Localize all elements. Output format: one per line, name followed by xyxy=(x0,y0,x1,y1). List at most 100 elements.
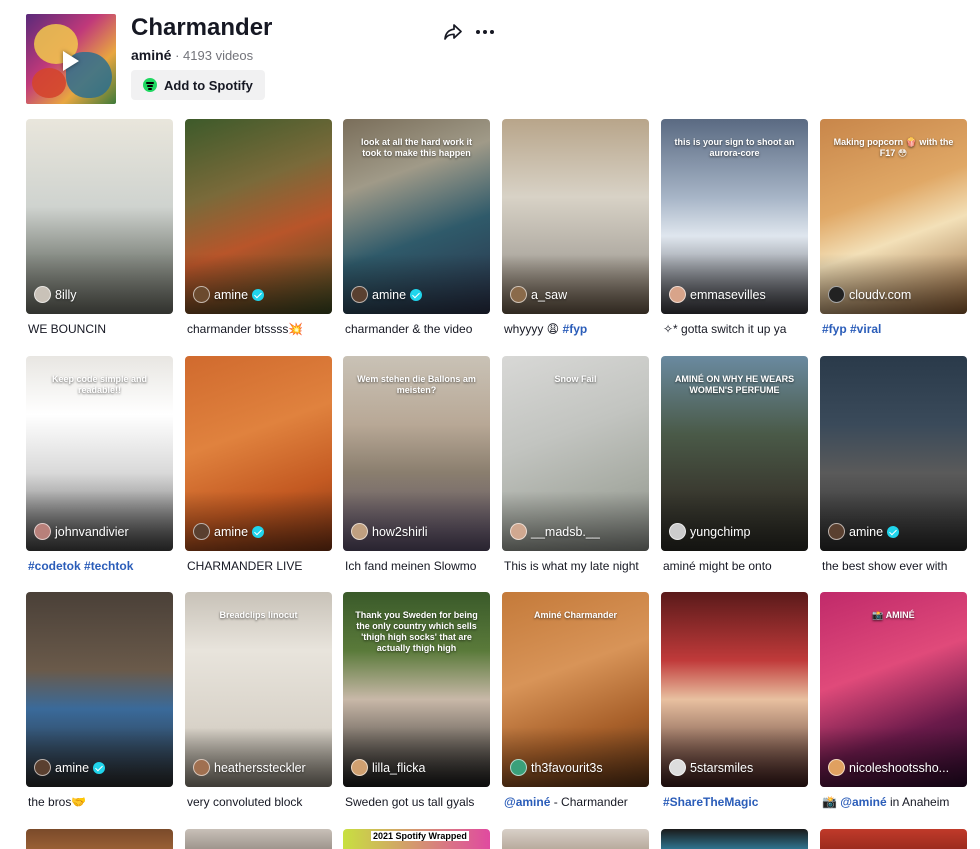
video-caption[interactable]: This is what my late night xyxy=(502,558,649,574)
video-caption[interactable]: ✧* gotta switch it up ya xyxy=(661,321,808,337)
avatar[interactable] xyxy=(669,523,686,540)
video-author[interactable]: amine xyxy=(193,286,265,303)
video-author[interactable]: nicoleshootssho... xyxy=(828,759,949,776)
more-options-icon[interactable] xyxy=(473,22,497,42)
video-caption[interactable]: Sweden got us tall gyals xyxy=(343,794,490,810)
avatar[interactable] xyxy=(510,523,527,540)
playlist-author[interactable]: aminé xyxy=(131,47,171,63)
author-username[interactable]: heatherssteckler xyxy=(214,761,306,775)
avatar[interactable] xyxy=(669,759,686,776)
video-card[interactable]: amine charmander btssss💥 xyxy=(185,119,332,337)
video-card[interactable]: Making popcorn 🍿 with the F17 😳 cloudv.co… xyxy=(820,119,967,337)
author-username[interactable]: emmasevilles xyxy=(690,288,766,302)
video-card[interactable]: Wem stehen die Ballons am meisten? how2sh… xyxy=(343,356,490,574)
video-card[interactable]: 5starsmiles #ShareTheMagic xyxy=(661,592,808,810)
author-username[interactable]: __madsb.__ xyxy=(531,525,600,539)
video-author[interactable]: heatherssteckler xyxy=(193,759,306,776)
video-card[interactable]: Breadclips linocut heatherssteckler very c… xyxy=(185,592,332,810)
caption-hashtag[interactable]: #codetok #techtok xyxy=(28,559,133,573)
video-card[interactable]: 📸 AMINÉ nicoleshootssho... 📸 @aminé in Ana… xyxy=(820,592,967,810)
caption-hashtag[interactable]: #fyp #viral xyxy=(822,322,881,336)
avatar[interactable] xyxy=(193,286,210,303)
video-thumbnail[interactable] xyxy=(661,829,808,849)
video-author[interactable]: th3favourit3s xyxy=(510,759,603,776)
avatar[interactable] xyxy=(351,286,368,303)
video-author[interactable]: amine xyxy=(351,286,423,303)
video-card[interactable]: look at all the hard work it took to mak… xyxy=(343,119,490,337)
video-author[interactable]: emmasevilles xyxy=(669,286,766,303)
video-caption[interactable]: whyyyy 😩 #fyp xyxy=(502,321,649,337)
video-thumbnail[interactable]: 5starsmiles xyxy=(661,592,808,787)
author-username[interactable]: johnvandivier xyxy=(55,525,129,539)
video-thumbnail[interactable]: amine xyxy=(26,592,173,787)
video-author[interactable]: amine xyxy=(34,759,106,776)
play-icon[interactable] xyxy=(63,51,79,71)
avatar[interactable] xyxy=(828,759,845,776)
avatar[interactable] xyxy=(34,523,51,540)
avatar[interactable] xyxy=(669,286,686,303)
caption-hashtag[interactable]: @aminé xyxy=(840,795,886,809)
caption-hashtag[interactable]: #ShareTheMagic xyxy=(663,795,758,809)
video-author[interactable]: how2shirli xyxy=(351,523,428,540)
video-author[interactable]: 5starsmiles xyxy=(669,759,753,776)
video-caption[interactable]: #codetok #techtok xyxy=(26,558,173,574)
author-username[interactable]: lilla_flicka xyxy=(372,761,426,775)
playlist-cover[interactable] xyxy=(26,14,116,104)
video-author[interactable]: a_saw xyxy=(510,286,567,303)
video-card[interactable]: amine the best show ever with xyxy=(820,356,967,574)
avatar[interactable] xyxy=(351,759,368,776)
video-card[interactable]: this is your sign to shoot an aurora-cor… xyxy=(661,119,808,337)
author-username[interactable]: cloudv.com xyxy=(849,288,911,302)
video-author[interactable]: 8illy xyxy=(34,286,77,303)
video-caption[interactable]: WE BOUNCIN xyxy=(26,321,173,337)
video-card[interactable]: Snow Fail __madsb.__ This is what my late … xyxy=(502,356,649,574)
author-username[interactable]: a_saw xyxy=(531,288,567,302)
video-card[interactable]: Thank you Sweden for being the only coun… xyxy=(343,592,490,810)
video-thumbnail[interactable]: AMINÉ ON WHY HE WEARS WOMEN'S PERFUME yun… xyxy=(661,356,808,551)
video-author[interactable]: johnvandivier xyxy=(34,523,129,540)
video-caption[interactable]: aminé might be onto xyxy=(661,558,808,574)
video-thumbnail[interactable]: 📸 AMINÉ nicoleshootssho... xyxy=(820,592,967,787)
video-thumbnail[interactable]: Making popcorn 🍿 with the F17 😳 cloudv.co… xyxy=(820,119,967,314)
caption-hashtag[interactable]: #fyp xyxy=(563,322,588,336)
video-thumbnail[interactable]: 2021 Spotify Wrapped xyxy=(343,829,490,849)
video-caption[interactable]: CHARMANDER LIVE xyxy=(185,558,332,574)
author-username[interactable]: 5starsmiles xyxy=(690,761,753,775)
video-card[interactable]: amine CHARMANDER LIVE xyxy=(185,356,332,574)
video-card[interactable]: Aminé Charmander th3favourit3s @aminé - Ch… xyxy=(502,592,649,810)
avatar[interactable] xyxy=(510,759,527,776)
share-icon[interactable] xyxy=(443,22,463,42)
avatar[interactable] xyxy=(34,759,51,776)
video-caption[interactable]: charmander btssss💥 xyxy=(185,321,332,337)
video-thumbnail[interactable]: amine xyxy=(820,356,967,551)
video-thumbnail[interactable]: look at all the hard work it took to mak… xyxy=(343,119,490,314)
video-caption[interactable]: @aminé - Charmander xyxy=(502,794,649,810)
video-thumbnail[interactable] xyxy=(502,829,649,849)
avatar[interactable] xyxy=(510,286,527,303)
video-author[interactable]: amine xyxy=(193,523,265,540)
video-thumbnail[interactable]: amine xyxy=(185,356,332,551)
author-username[interactable]: yungchimp xyxy=(690,525,750,539)
video-card[interactable]: amine the bros🤝 xyxy=(26,592,173,810)
author-username[interactable]: 8illy xyxy=(55,288,77,302)
video-caption[interactable]: #ShareTheMagic xyxy=(661,794,808,810)
caption-hashtag[interactable]: @aminé xyxy=(504,795,550,809)
avatar[interactable] xyxy=(351,523,368,540)
video-thumbnail[interactable]: Keep code simple and readable!! johnvandi… xyxy=(26,356,173,551)
video-caption[interactable]: #fyp #viral xyxy=(820,321,967,337)
author-username[interactable]: amine xyxy=(55,761,89,775)
author-username[interactable]: th3favourit3s xyxy=(531,761,603,775)
avatar[interactable] xyxy=(193,523,210,540)
video-thumbnail[interactable]: Breadclips linocut heatherssteckler xyxy=(185,592,332,787)
avatar[interactable] xyxy=(34,286,51,303)
video-thumbnail[interactable]: a_saw xyxy=(502,119,649,314)
video-card[interactable]: AMINÉ ON WHY HE WEARS WOMEN'S PERFUME yun… xyxy=(661,356,808,574)
author-username[interactable]: nicoleshootssho... xyxy=(849,761,949,775)
avatar[interactable] xyxy=(828,286,845,303)
author-username[interactable]: amine xyxy=(214,288,248,302)
author-username[interactable]: amine xyxy=(214,525,248,539)
video-caption[interactable]: charmander & the video xyxy=(343,321,490,337)
author-username[interactable]: how2shirli xyxy=(372,525,428,539)
video-author[interactable]: amine xyxy=(828,523,900,540)
video-thumbnail[interactable] xyxy=(26,829,173,849)
